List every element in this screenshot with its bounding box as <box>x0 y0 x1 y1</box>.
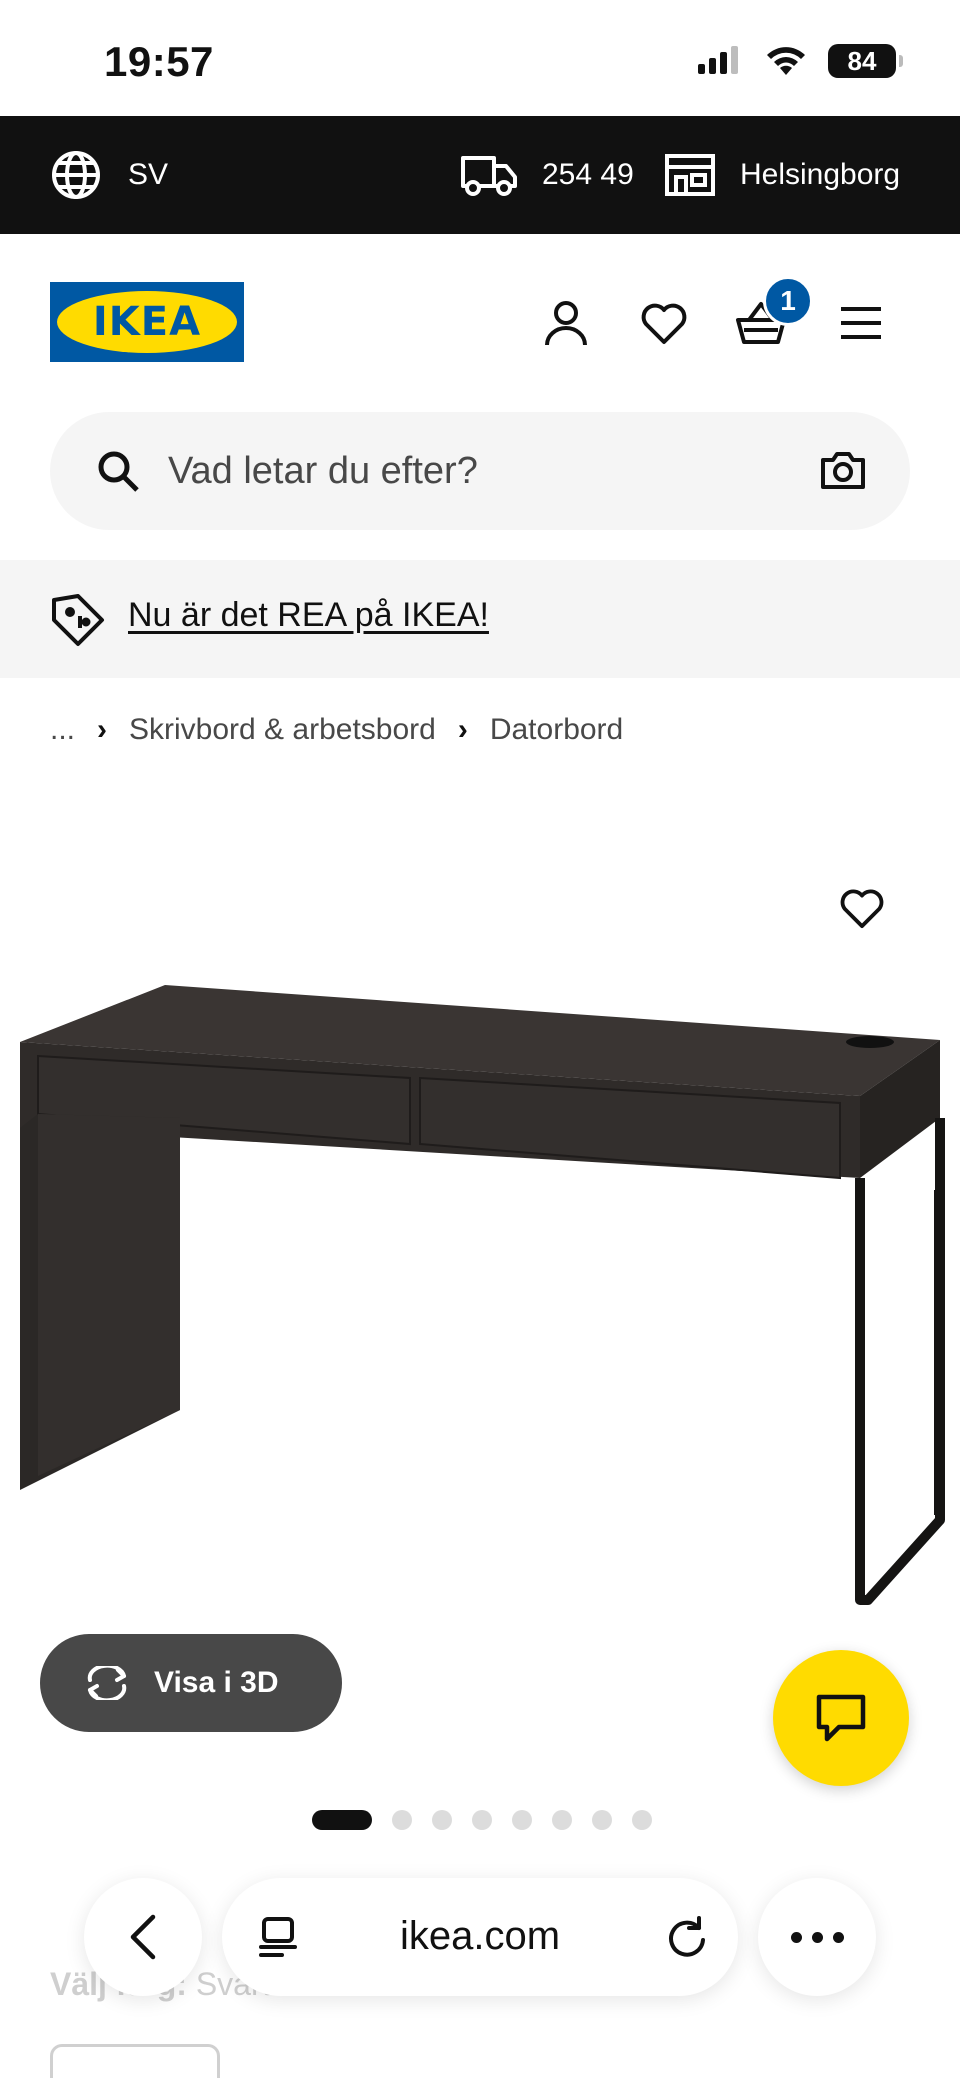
browser-toolbar: ikea.com <box>0 1860 960 2020</box>
reload-icon[interactable] <box>666 1914 708 1958</box>
status-icons: 84 <box>696 44 903 78</box>
menu-button[interactable] <box>834 296 888 350</box>
search-input[interactable] <box>168 412 808 530</box>
chevron-left-icon <box>130 1914 156 1960</box>
breadcrumb: ... › Skrivbord & arbetsbord › Datorbord <box>50 708 623 752</box>
store-label: Helsingborg <box>740 158 901 191</box>
view-in-3d-button[interactable]: Visa i 3D <box>40 1634 342 1732</box>
breadcrumb-ellipsis[interactable]: ... <box>50 713 75 747</box>
logo-text: IKEA <box>92 299 202 345</box>
ikea-logo[interactable]: IKEA <box>50 282 244 362</box>
account-button[interactable] <box>539 296 593 350</box>
delivery-truck-icon <box>461 156 517 196</box>
address-bar[interactable]: ikea.com <box>222 1878 738 1996</box>
breadcrumb-item-computer-desks[interactable]: Datorbord <box>490 713 623 747</box>
search-bar[interactable] <box>50 412 910 530</box>
language-label: SV <box>128 158 169 191</box>
site-header: IKEA 1 <box>0 234 960 404</box>
wifi-icon <box>767 47 805 75</box>
add-to-wishlist-button[interactable] <box>834 880 890 936</box>
store-selector[interactable]: Helsingborg <box>664 116 900 234</box>
chat-bubble-icon <box>816 1694 866 1742</box>
view-in-3d-label: Visa i 3D <box>154 1666 279 1699</box>
chat-button[interactable] <box>773 1650 909 1786</box>
status-time: 19:57 <box>104 38 214 85</box>
more-dot <box>790 1931 802 1943</box>
hamburger-menu-icon <box>841 307 881 339</box>
carousel-dot[interactable] <box>472 1810 492 1830</box>
carousel-dot[interactable] <box>432 1810 452 1830</box>
language-selector[interactable]: SV <box>50 116 168 234</box>
more-options-button[interactable] <box>758 1878 876 1996</box>
url-text: ikea.com <box>399 1914 561 1958</box>
search-icon <box>98 451 139 492</box>
store-icon <box>665 154 715 196</box>
globe-icon <box>52 151 100 199</box>
cart-count-badge: 1 <box>763 276 813 326</box>
heart-icon <box>641 303 687 344</box>
chevron-right-icon: › <box>457 713 468 746</box>
postal-code-label: 254 49 <box>542 158 634 191</box>
price-tag-icon <box>52 594 104 646</box>
promo-banner: Nu är det REA på IKEA! <box>0 560 960 678</box>
carousel-dot[interactable] <box>392 1810 412 1830</box>
promo-link[interactable]: Nu är det REA på IKEA! <box>128 596 489 635</box>
breadcrumb-item-desks[interactable]: Skrivbord & arbetsbord <box>129 713 436 747</box>
top-utility-bar: SV 254 49 Helsingborg <box>0 116 960 234</box>
cellular-signal-icon <box>698 46 738 74</box>
image-carousel-indicator <box>312 1810 652 1830</box>
heart-icon <box>840 889 884 929</box>
carousel-dot[interactable] <box>552 1810 572 1830</box>
more-dot <box>811 1931 823 1943</box>
chevron-right-icon: › <box>97 713 108 746</box>
carousel-dot[interactable] <box>592 1810 612 1830</box>
back-button[interactable] <box>84 1878 202 1996</box>
logo-oval: IKEA <box>57 291 237 353</box>
delivery-postal-code[interactable]: 254 49 <box>460 116 634 234</box>
wishlist-button[interactable] <box>637 296 691 350</box>
color-swatch[interactable] <box>50 2044 220 2078</box>
product-image[interactable] <box>0 960 960 1640</box>
user-icon <box>545 301 587 346</box>
carousel-dot[interactable] <box>632 1810 652 1830</box>
status-bar: 19:57 84 <box>0 0 960 116</box>
battery-indicator: 84 <box>828 44 903 78</box>
carousel-dot[interactable] <box>512 1810 532 1830</box>
camera-search-icon[interactable] <box>820 450 866 490</box>
more-dot <box>832 1931 844 1943</box>
rotate-3d-icon <box>87 1666 127 1700</box>
carousel-dot[interactable] <box>312 1810 372 1830</box>
